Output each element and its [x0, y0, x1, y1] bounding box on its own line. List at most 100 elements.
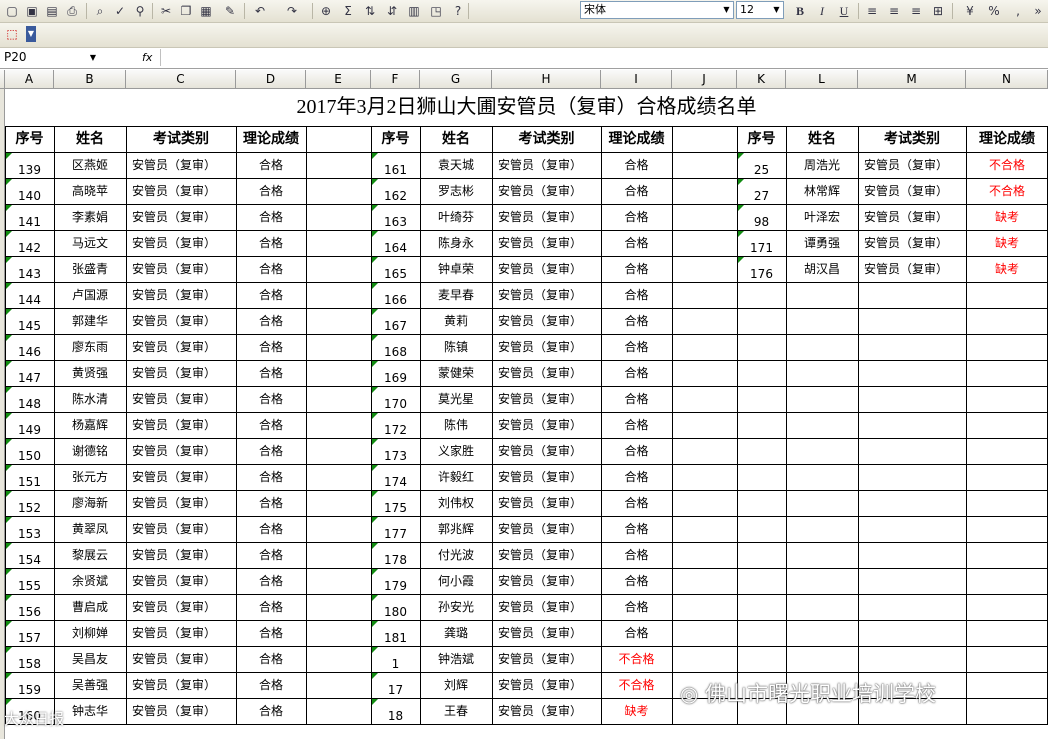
cell-seq[interactable]: 164: [371, 230, 420, 256]
cell-type[interactable]: 安管员（复审）: [126, 672, 236, 698]
cell-seq[interactable]: 177: [371, 516, 420, 542]
redo-icon[interactable]: ↷: [284, 3, 300, 19]
cell-name[interactable]: 莫光星: [420, 386, 492, 412]
cell-name[interactable]: 吴昌友: [54, 646, 126, 672]
cell-score[interactable]: 合格: [236, 698, 306, 724]
paste-icon[interactable]: ▦: [198, 3, 214, 19]
cell-name[interactable]: 吴善强: [54, 672, 126, 698]
cell-name[interactable]: 黄莉: [420, 308, 492, 334]
cell-name[interactable]: 陈水清: [54, 386, 126, 412]
cell-type[interactable]: 安管员（复审）: [126, 308, 236, 334]
cell-name[interactable]: 黎展云: [54, 542, 126, 568]
cell-score[interactable]: 合格: [236, 646, 306, 672]
cell-type[interactable]: 安管员（复审）: [492, 464, 601, 490]
cell-name[interactable]: 区燕姬: [54, 152, 126, 178]
align-right-icon[interactable]: ≡: [908, 3, 924, 19]
format-painter-icon[interactable]: ✎: [222, 3, 238, 19]
cell-name[interactable]: 余贤斌: [54, 568, 126, 594]
cell-score[interactable]: 合格: [601, 178, 672, 204]
cell-type[interactable]: 安管员（复审）: [126, 282, 236, 308]
cell-name[interactable]: 孙安光: [420, 594, 492, 620]
bold-button[interactable]: B: [792, 3, 808, 19]
cell-score[interactable]: 合格: [236, 256, 306, 282]
column-header-e[interactable]: E: [306, 70, 371, 88]
cell-name[interactable]: 高晓苹: [54, 178, 126, 204]
cell-seq[interactable]: 155: [5, 568, 54, 594]
cell-name[interactable]: 黄贤强: [54, 360, 126, 386]
cell-type[interactable]: 安管员（复审）: [492, 620, 601, 646]
chevron-down-icon[interactable]: ▼: [90, 49, 96, 66]
cell-name[interactable]: 曹启成: [54, 594, 126, 620]
cell-name[interactable]: 马远文: [54, 230, 126, 256]
column-header-a[interactable]: A: [5, 70, 54, 88]
cell-type[interactable]: 安管员（复审）: [126, 256, 236, 282]
cell-type[interactable]: 安管员（复审）: [126, 568, 236, 594]
cell-seq[interactable]: 153: [5, 516, 54, 542]
cell-seq[interactable]: 145: [5, 308, 54, 334]
cell-name[interactable]: 廖海新: [54, 490, 126, 516]
cell-name[interactable]: 李素娟: [54, 204, 126, 230]
cell-score[interactable]: 合格: [601, 516, 672, 542]
cell-seq[interactable]: 27: [737, 178, 786, 204]
underline-button[interactable]: U: [836, 3, 852, 19]
cell-seq[interactable]: 172: [371, 412, 420, 438]
pdf-convert-icon[interactable]: ⬚: [4, 26, 20, 42]
cell-name[interactable]: 叶泽宏: [786, 204, 858, 230]
cell-score[interactable]: 合格: [236, 360, 306, 386]
new-document-icon[interactable]: ▢: [4, 3, 20, 19]
cell-type[interactable]: 安管员（复审）: [492, 308, 601, 334]
cell-type[interactable]: 安管员（复审）: [492, 178, 601, 204]
cell-score[interactable]: 合格: [236, 334, 306, 360]
cell-type[interactable]: 安管员（复审）: [492, 256, 601, 282]
cell-score[interactable]: 合格: [601, 412, 672, 438]
print-icon[interactable]: ⎙: [64, 3, 80, 19]
cell-type[interactable]: 安管员（复审）: [492, 568, 601, 594]
cell-type[interactable]: 安管员（复审）: [492, 490, 601, 516]
column-header-l[interactable]: L: [786, 70, 858, 88]
cell-type[interactable]: 安管员（复审）: [126, 464, 236, 490]
cell-seq[interactable]: 179: [371, 568, 420, 594]
cell-score[interactable]: 合格: [236, 386, 306, 412]
print-preview-icon[interactable]: ⌕: [92, 3, 108, 19]
cell-score[interactable]: 缺考: [601, 698, 672, 724]
cell-seq[interactable]: 150: [5, 438, 54, 464]
sort-descending-icon[interactable]: ⇵: [384, 3, 400, 19]
cell-name[interactable]: 黄翠凤: [54, 516, 126, 542]
name-box[interactable]: P20 ▼: [0, 49, 104, 66]
autosum-icon[interactable]: Σ: [340, 3, 356, 19]
cell-name[interactable]: 麦早春: [420, 282, 492, 308]
worksheet-grid[interactable]: 2017年3月2日狮山大圃安管员（复审）合格成绩名单 序号 姓名 考试类别 理论成绩 序…: [5, 89, 1048, 739]
align-left-icon[interactable]: ≡: [864, 3, 880, 19]
cell-name[interactable]: 叶绮芬: [420, 204, 492, 230]
cell-score[interactable]: 合格: [601, 230, 672, 256]
cell-seq[interactable]: 173: [371, 438, 420, 464]
cell-score[interactable]: 合格: [236, 438, 306, 464]
cell-score[interactable]: 合格: [236, 282, 306, 308]
cell-score[interactable]: 合格: [601, 334, 672, 360]
cell-type[interactable]: 安管员（复审）: [126, 412, 236, 438]
cell-name[interactable]: 刘辉: [420, 672, 492, 698]
cell-score[interactable]: 合格: [236, 308, 306, 334]
column-header-g[interactable]: G: [420, 70, 492, 88]
toolbar-options-icon[interactable]: »: [1030, 3, 1046, 19]
cell-type[interactable]: 安管员（复审）: [858, 230, 966, 256]
cell-type[interactable]: 安管员（复审）: [492, 230, 601, 256]
cell-seq[interactable]: 166: [371, 282, 420, 308]
cell-score[interactable]: 合格: [236, 204, 306, 230]
cell-seq[interactable]: 178: [371, 542, 420, 568]
column-header-i[interactable]: I: [601, 70, 672, 88]
cell-seq[interactable]: 146: [5, 334, 54, 360]
cell-type[interactable]: 安管员（复审）: [126, 646, 236, 672]
research-icon[interactable]: ⚲: [132, 3, 148, 19]
cell-name[interactable]: 郭兆辉: [420, 516, 492, 542]
cell-score[interactable]: 合格: [236, 464, 306, 490]
cell-seq[interactable]: 162: [371, 178, 420, 204]
cell-seq[interactable]: 142: [5, 230, 54, 256]
cell-name[interactable]: 许毅红: [420, 464, 492, 490]
font-name-select[interactable]: 宋体 ▼: [580, 1, 734, 19]
cell-score[interactable]: 合格: [601, 594, 672, 620]
cell-type[interactable]: 安管员（复审）: [126, 490, 236, 516]
cell-name[interactable]: 罗志彬: [420, 178, 492, 204]
cell-name[interactable]: 陈伟: [420, 412, 492, 438]
cell-type[interactable]: 安管员（复审）: [492, 412, 601, 438]
